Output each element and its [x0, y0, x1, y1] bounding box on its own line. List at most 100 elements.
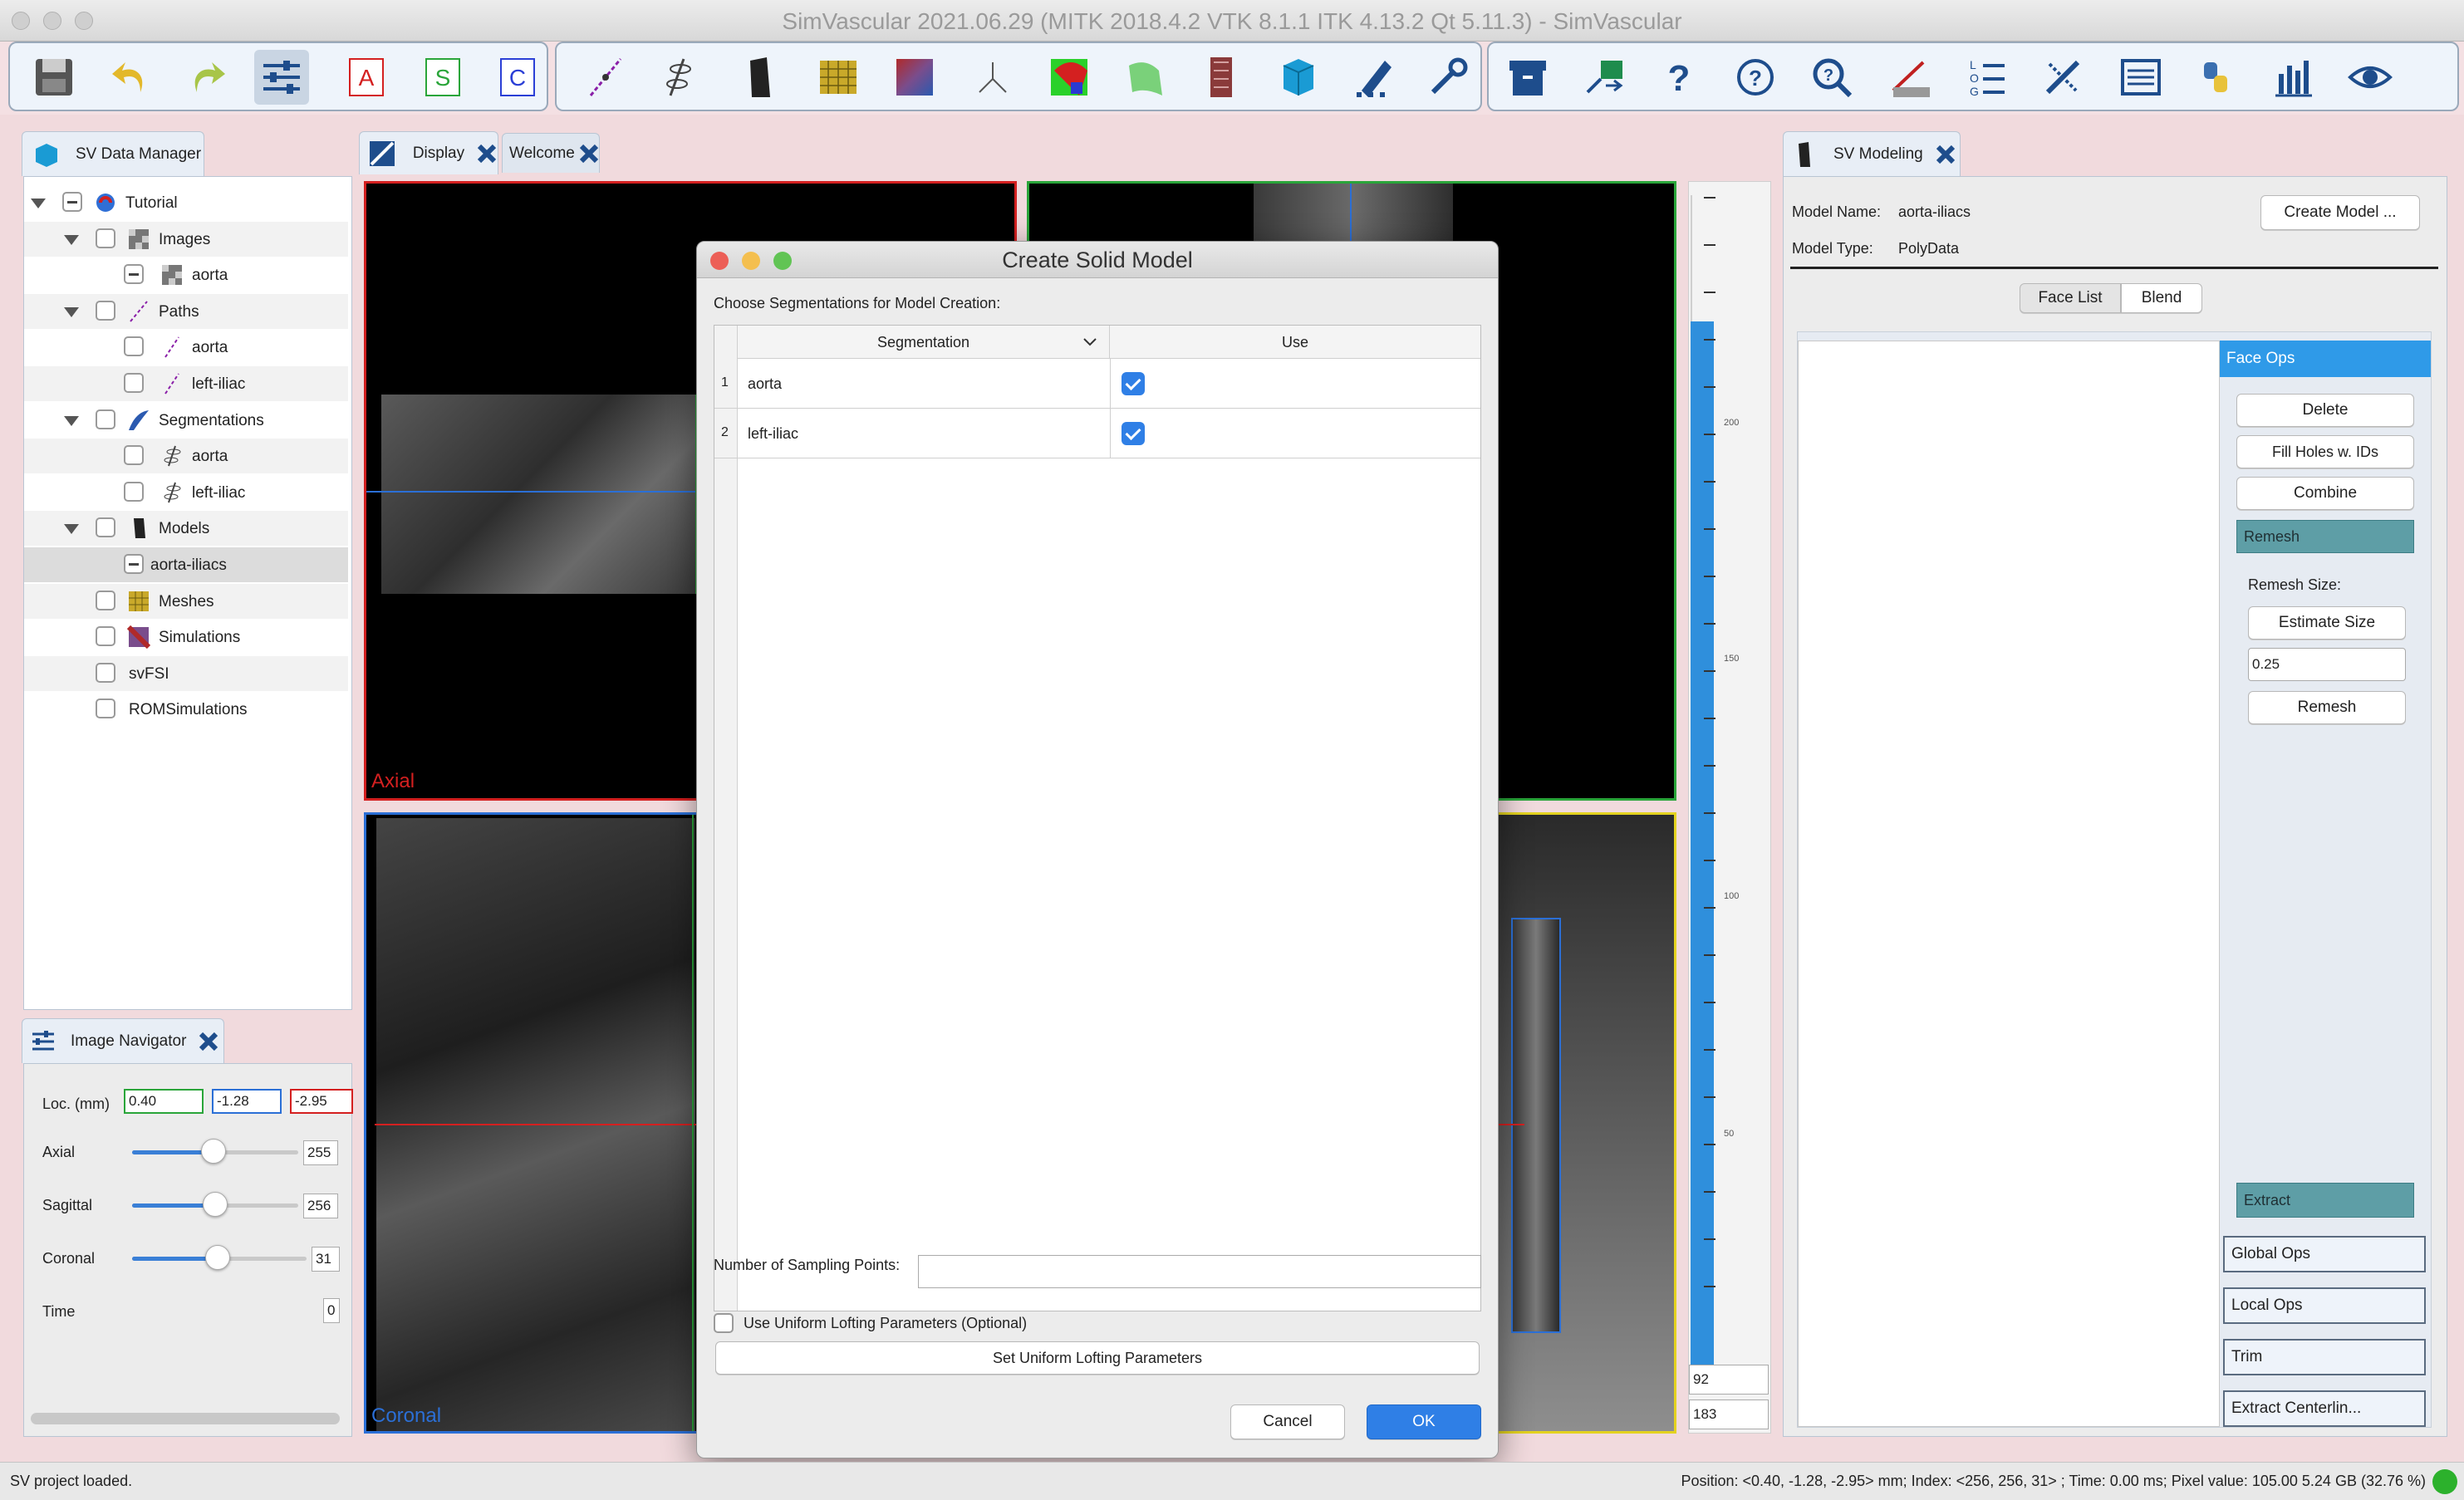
- tree-item-romsimulations[interactable]: ROMSimulations: [24, 692, 348, 727]
- coronal-value[interactable]: 31: [312, 1247, 340, 1272]
- dialog-minimize-button[interactable]: [742, 252, 760, 270]
- close-icon[interactable]: [1935, 144, 1956, 165]
- coronal-slider-handle[interactable]: [204, 1245, 230, 1270]
- tree-item-aorta[interactable]: aorta: [24, 257, 348, 292]
- tree-item-tutorial[interactable]: Tutorial: [24, 185, 348, 220]
- window-input[interactable]: 183: [1689, 1400, 1769, 1429]
- set-uniform-lofting-button[interactable]: Set Uniform Lofting Parameters: [715, 1341, 1480, 1375]
- visibility-checkbox[interactable]: [62, 192, 82, 212]
- tab-image-navigator[interactable]: Image Navigator: [22, 1018, 224, 1063]
- tree-item-paths[interactable]: Paths: [24, 293, 348, 329]
- estimate-size-button[interactable]: Estimate Size: [2248, 606, 2406, 640]
- remesh-button[interactable]: Remesh: [2248, 691, 2406, 724]
- loc-x-input[interactable]: 0.40: [124, 1089, 204, 1114]
- visibility-checkbox[interactable]: [96, 517, 115, 538]
- horizontal-scrollbar[interactable]: [31, 1413, 340, 1424]
- cancel-button[interactable]: Cancel: [1230, 1404, 1345, 1439]
- visibility-checkbox[interactable]: [124, 373, 144, 393]
- uniform-lofting-checkbox[interactable]: [714, 1313, 734, 1333]
- view-eye-icon[interactable]: [2343, 50, 2398, 105]
- save-icon[interactable]: [27, 50, 81, 105]
- extract-centerlines-button[interactable]: Extract Centerlin...: [2223, 1390, 2426, 1427]
- dialog-zoom-button[interactable]: [773, 252, 792, 270]
- expand-arrow-icon[interactable]: [64, 234, 79, 245]
- tools-icon[interactable]: [1421, 50, 1475, 105]
- create-model-button[interactable]: Create Model ...: [2260, 195, 2420, 230]
- visibility-checkbox[interactable]: [96, 590, 115, 610]
- face-list-table[interactable]: [1798, 341, 2220, 1427]
- tab-sv-modeling[interactable]: SV Modeling: [1783, 131, 1961, 176]
- tree-item-segmentations[interactable]: Segmentations: [24, 403, 348, 438]
- face-ops-header[interactable]: Face Ops: [2220, 341, 2431, 377]
- visibility-checkbox[interactable]: [96, 228, 115, 248]
- close-icon[interactable]: [198, 1031, 219, 1052]
- level-window-ruler[interactable]: 200150100500 92 183: [1688, 181, 1771, 1434]
- visibility-checkbox[interactable]: [124, 481, 144, 502]
- tab-welcome[interactable]: Welcome: [502, 133, 600, 173]
- database-icon[interactable]: [1271, 50, 1326, 105]
- undo-icon[interactable]: [103, 50, 158, 105]
- visibility-checkbox[interactable]: [124, 336, 144, 357]
- loc-y-input[interactable]: -1.28: [212, 1089, 282, 1114]
- visibility-checkbox[interactable]: [124, 445, 144, 466]
- tab-data-manager[interactable]: SV Data Manager: [22, 131, 204, 176]
- table-row[interactable]: 1 aorta: [714, 359, 1480, 409]
- expand-arrow-icon[interactable]: [64, 524, 79, 535]
- visibility-checkbox[interactable]: [96, 662, 115, 683]
- transfer-icon[interactable]: [1577, 50, 1632, 105]
- sagittal-value[interactable]: 256: [303, 1194, 338, 1218]
- tree-item-meshes[interactable]: Meshes: [24, 583, 348, 619]
- results-icon[interactable]: [1042, 50, 1097, 105]
- help-topics-icon[interactable]: ?: [1728, 50, 1783, 105]
- axial-slider-handle[interactable]: [201, 1139, 226, 1164]
- column-header-segmentation[interactable]: Segmentation: [738, 326, 1110, 359]
- help-icon[interactable]: ?: [1652, 50, 1706, 105]
- use-checkbox[interactable]: [1122, 422, 1145, 445]
- visibility-checkbox[interactable]: [96, 300, 115, 321]
- visibility-checkbox[interactable]: [124, 554, 144, 574]
- tab-face-list[interactable]: Face List: [2020, 283, 2121, 313]
- path-planning-icon[interactable]: [578, 50, 633, 105]
- redo-icon[interactable]: [179, 50, 234, 105]
- trim-button[interactable]: Trim: [2223, 1339, 2426, 1375]
- segmentation-icon[interactable]: [655, 50, 709, 105]
- tree-item-images[interactable]: Images: [24, 221, 348, 257]
- loc-z-input[interactable]: -2.95: [290, 1089, 353, 1114]
- edit-points-icon[interactable]: [1347, 50, 1402, 105]
- anatomy-icon[interactable]: [1195, 50, 1249, 105]
- tab-blend[interactable]: Blend: [2121, 283, 2202, 313]
- expand-arrow-icon[interactable]: [64, 415, 79, 426]
- table-row[interactable]: 2 left-iliac: [714, 409, 1480, 458]
- tree-item-simulations[interactable]: Simulations: [24, 620, 348, 654]
- tree-item-models[interactable]: Models: [24, 511, 348, 547]
- archive-icon[interactable]: [1500, 50, 1555, 105]
- axial-value[interactable]: 255: [303, 1140, 338, 1165]
- expand-arrow-icon[interactable]: [64, 306, 79, 317]
- remesh-size-input[interactable]: 0.25: [2248, 648, 2406, 681]
- coronal-view-icon[interactable]: C: [490, 50, 545, 105]
- list-view-icon[interactable]: [2113, 50, 2168, 105]
- sagittal-view-icon[interactable]: S: [415, 50, 470, 105]
- close-icon[interactable]: [476, 143, 498, 164]
- coordinate-axes-icon[interactable]: [965, 50, 1020, 105]
- visibility-checkbox[interactable]: [96, 409, 115, 429]
- log-icon[interactable]: LOG: [1959, 50, 2014, 105]
- time-value[interactable]: 0: [323, 1298, 340, 1323]
- tree-item-left-iliac[interactable]: left-iliac: [24, 366, 348, 401]
- use-checkbox[interactable]: [1122, 372, 1145, 395]
- remesh-section-button[interactable]: Remesh: [2236, 520, 2414, 553]
- ok-button[interactable]: OK: [1367, 1404, 1481, 1439]
- fill-holes-button[interactable]: Fill Holes w. IDs: [2236, 435, 2414, 468]
- expand-arrow-icon[interactable]: [31, 199, 46, 208]
- tree-item-aorta-iliacs[interactable]: aorta-iliacs: [24, 547, 348, 582]
- visibility-checkbox[interactable]: [96, 626, 115, 647]
- sagittal-slider-handle[interactable]: [203, 1192, 228, 1217]
- mesh-icon[interactable]: [811, 50, 866, 105]
- surface-icon[interactable]: [1118, 50, 1173, 105]
- chart-icon[interactable]: [2266, 50, 2321, 105]
- level-input[interactable]: 92: [1689, 1365, 1769, 1395]
- measure-icon[interactable]: [2035, 50, 2090, 105]
- tree-item-svfsi[interactable]: svFSI: [24, 655, 348, 691]
- bug-report-icon[interactable]: [1882, 50, 1937, 105]
- sampling-points-input[interactable]: [918, 1255, 1481, 1288]
